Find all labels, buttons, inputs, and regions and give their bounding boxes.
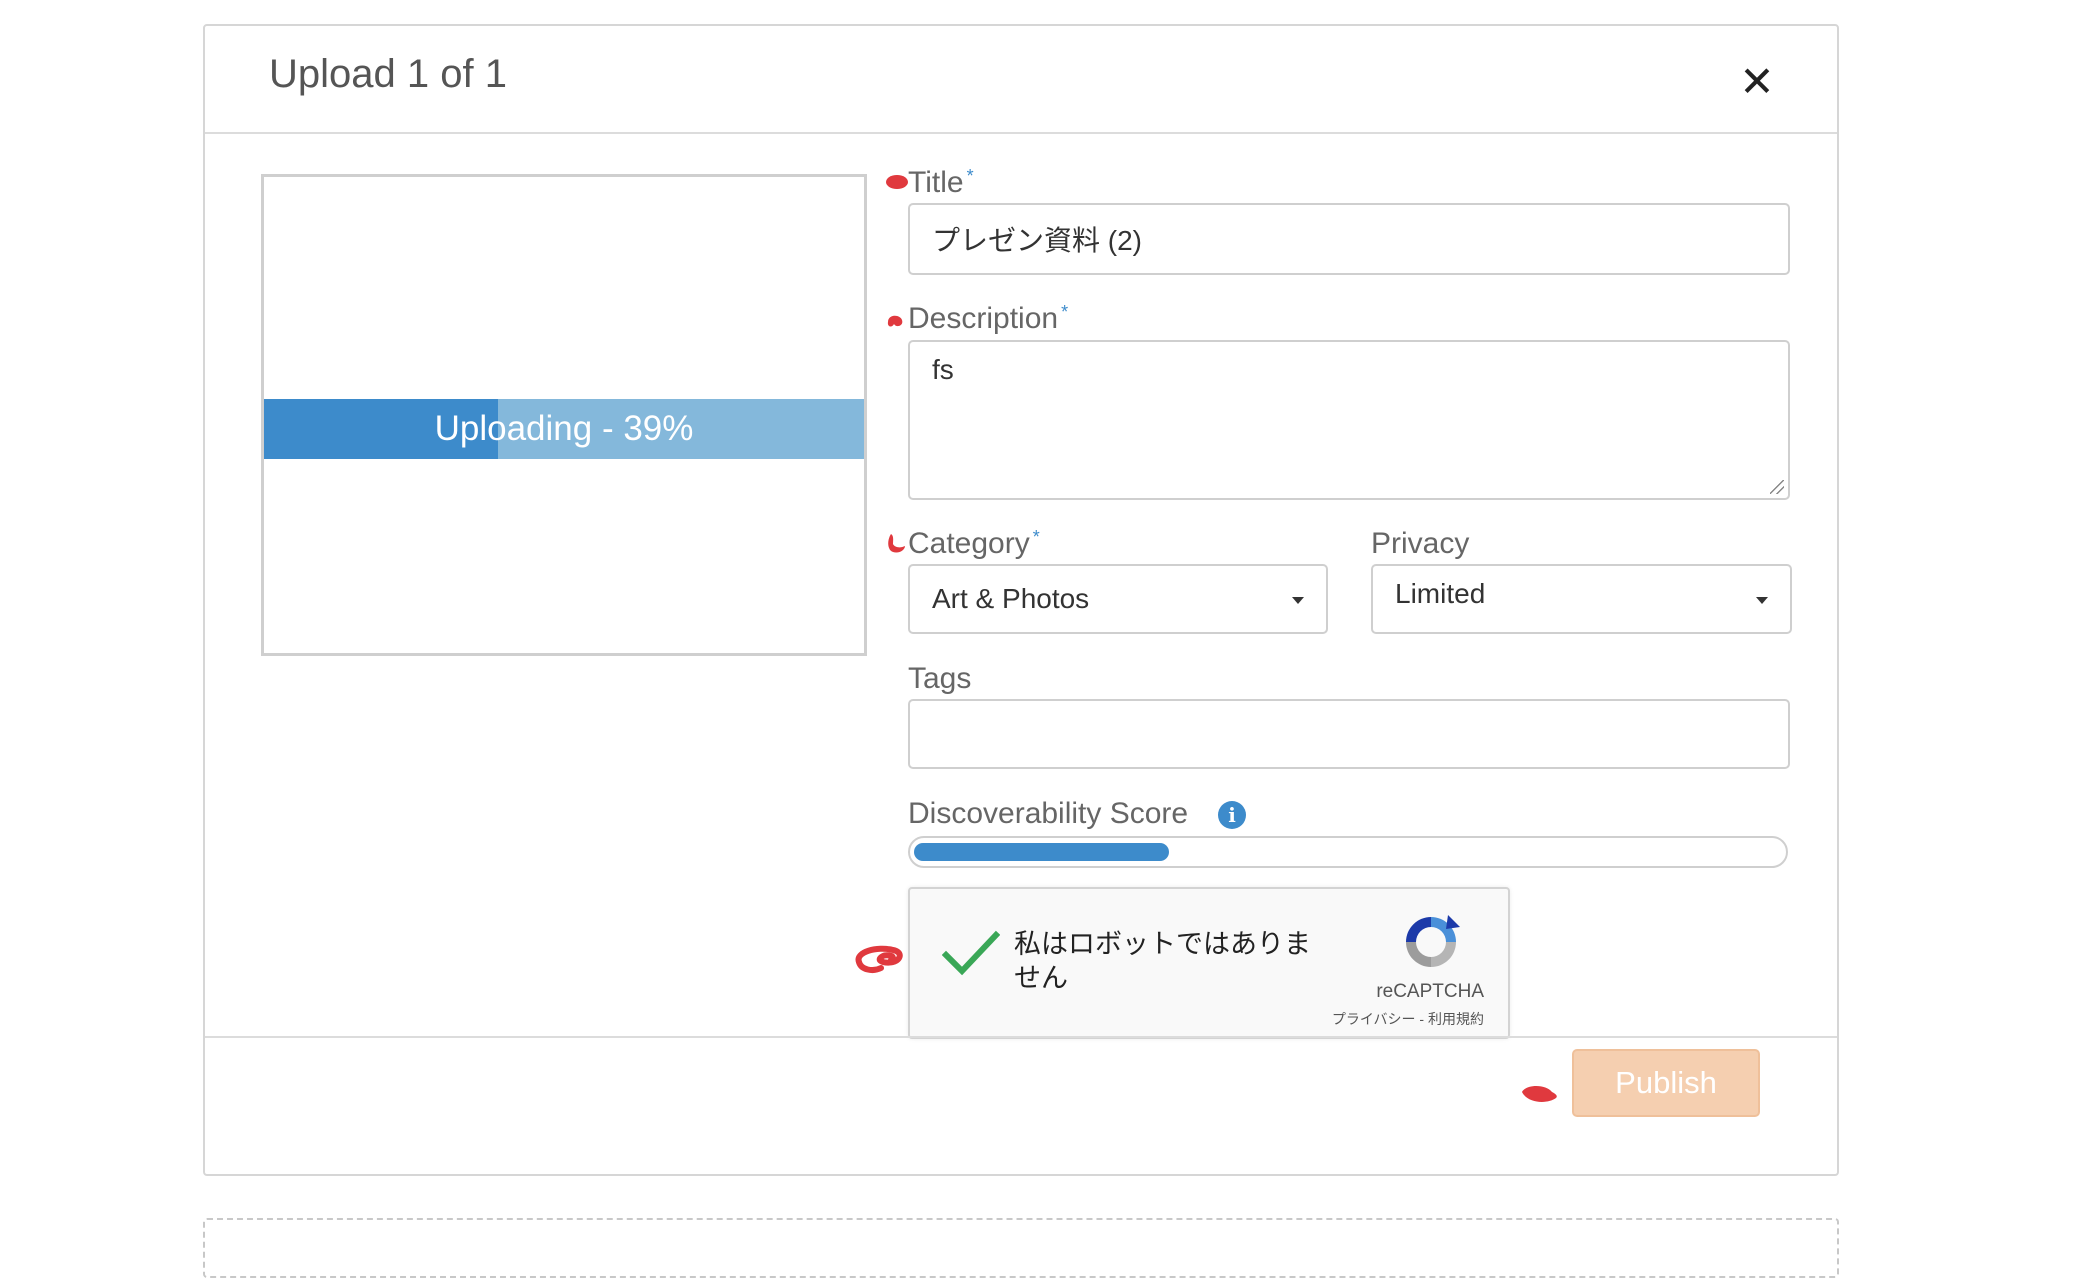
required-marker: * [1061,302,1069,322]
title-label: Title [908,166,964,199]
modal-title: Upload 1 of 1 [269,52,507,96]
discoverability-score-bar [908,836,1788,868]
close-icon[interactable]: ✕ [1737,61,1777,103]
recaptcha-links[interactable]: プライバシー - 利用規約 [1332,1009,1484,1029]
category-label-row: Category * [908,527,1040,561]
privacy-select[interactable]: Limited [1371,564,1792,634]
chevron-down-icon [1292,597,1304,604]
privacy-select-value: Limited [1395,577,1486,609]
upload-progress-label: Uploading - 39% [434,409,694,448]
annotation-mark-icon [886,175,908,189]
title-input-value: プレゼン資料 (2) [932,225,1143,256]
title-label-row: Title * [908,166,974,200]
info-icon[interactable]: i [1218,801,1246,829]
upload-progress-bar: Uploading - 39% [264,399,864,459]
recaptcha-brand: reCAPTCHA [1376,981,1484,1002]
privacy-label: Privacy [1371,527,1470,560]
next-upload-placeholder [203,1218,1839,1278]
modal-footer-divider [205,1036,1837,1038]
discoverability-score-fill [914,843,1169,861]
annotation-mark-icon [888,534,905,553]
checkmark-icon[interactable] [942,929,1000,979]
description-label: Description [908,302,1059,335]
description-textarea-value: fs [932,354,954,385]
recaptcha-checkbox-label: 私はロボットではありません [1014,929,1311,993]
annotation-mark-icon [887,315,903,327]
required-marker: * [1032,527,1040,547]
recaptcha-logo-icon [1406,915,1460,967]
category-select[interactable]: Art & Photos [908,564,1328,634]
publish-button[interactable]: Publish [1572,1049,1760,1117]
description-textarea[interactable]: fs [908,340,1790,500]
discoverability-label: Discoverability Score [908,797,1189,830]
title-input[interactable]: プレゼン資料 (2) [908,203,1790,275]
required-marker: * [966,166,974,186]
category-label: Category [908,527,1030,560]
tags-label: Tags [908,662,972,695]
recaptcha-widget: 私はロボットではありません reCAPTCHA プライバシー - 利用規約 [908,887,1510,1039]
upload-modal: Upload 1 of 1 ✕ Uploading - 39% Title * プ… [203,24,1839,1176]
modal-header: Upload 1 of 1 ✕ [205,26,1837,134]
annotation-mark-icon [1522,1086,1557,1102]
annotation-mark-icon [855,945,903,973]
tags-input[interactable] [908,699,1790,769]
category-select-value: Art & Photos [932,583,1090,614]
chevron-down-icon [1756,597,1768,604]
upload-preview: Uploading - 39% [261,174,867,656]
description-label-row: Description * [908,302,1068,336]
resize-grip-icon[interactable] [1770,480,1784,494]
